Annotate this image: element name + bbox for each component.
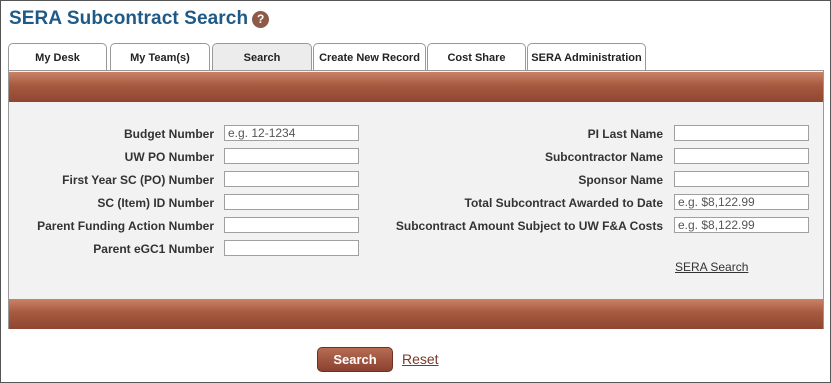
tab-cost-share[interactable]: Cost Share — [427, 43, 526, 71]
page-frame: SERA Subcontract Search ? My Desk My Tea… — [0, 0, 831, 383]
search-button[interactable]: Search — [317, 347, 393, 372]
pi-last-name-input[interactable] — [674, 125, 809, 141]
label-parent-funding-action-number: Parent Funding Action Number — [37, 219, 214, 233]
label-total-subcontract-awarded: Total Subcontract Awarded to Date — [464, 196, 663, 210]
reset-link[interactable]: Reset — [402, 351, 439, 367]
search-panel: Budget Number UW PO Number First Year SC… — [8, 70, 824, 329]
sera-search-link[interactable]: SERA Search — [675, 260, 748, 274]
sponsor-name-input[interactable] — [674, 171, 809, 187]
sc-item-id-number-input[interactable] — [224, 194, 359, 210]
label-pi-last-name: PI Last Name — [587, 127, 663, 141]
first-year-sc-po-number-input[interactable] — [224, 171, 359, 187]
tab-search[interactable]: Search — [212, 43, 312, 71]
panel-footer-band — [9, 299, 823, 329]
subcontractor-name-input[interactable] — [674, 148, 809, 164]
label-budget-number: Budget Number — [124, 127, 214, 141]
label-parent-egc1-number: Parent eGC1 Number — [93, 242, 214, 256]
uw-po-number-input[interactable] — [224, 148, 359, 164]
label-subcontractor-name: Subcontractor Name — [544, 150, 663, 164]
label-first-year-sc-po-number: First Year SC (PO) Number — [62, 173, 214, 187]
label-sponsor-name: Sponsor Name — [578, 173, 663, 187]
tab-create-new-record[interactable]: Create New Record — [313, 43, 426, 71]
label-uw-po-number: UW PO Number — [124, 150, 214, 164]
parent-funding-action-number-input[interactable] — [224, 217, 359, 233]
label-subcontract-amount-subject-fa: Subcontract Amount Subject to UW F&A Cos… — [395, 219, 663, 233]
tab-sera-administration[interactable]: SERA Administration — [527, 43, 646, 71]
tab-my-teams[interactable]: My Team(s) — [110, 43, 210, 71]
budget-number-input[interactable] — [224, 125, 359, 141]
tab-my-desk[interactable]: My Desk — [8, 43, 107, 71]
label-sc-item-id-number: SC (Item) ID Number — [97, 196, 214, 210]
total-subcontract-awarded-input[interactable] — [674, 194, 809, 210]
panel-header-band — [9, 72, 823, 102]
parent-egc1-number-input[interactable] — [224, 240, 359, 256]
title-row: SERA Subcontract Search ? — [9, 7, 270, 31]
subcontract-amount-subject-fa-input[interactable] — [674, 217, 809, 233]
help-icon[interactable]: ? — [252, 10, 270, 28]
page-title: SERA Subcontract Search — [9, 8, 249, 29]
